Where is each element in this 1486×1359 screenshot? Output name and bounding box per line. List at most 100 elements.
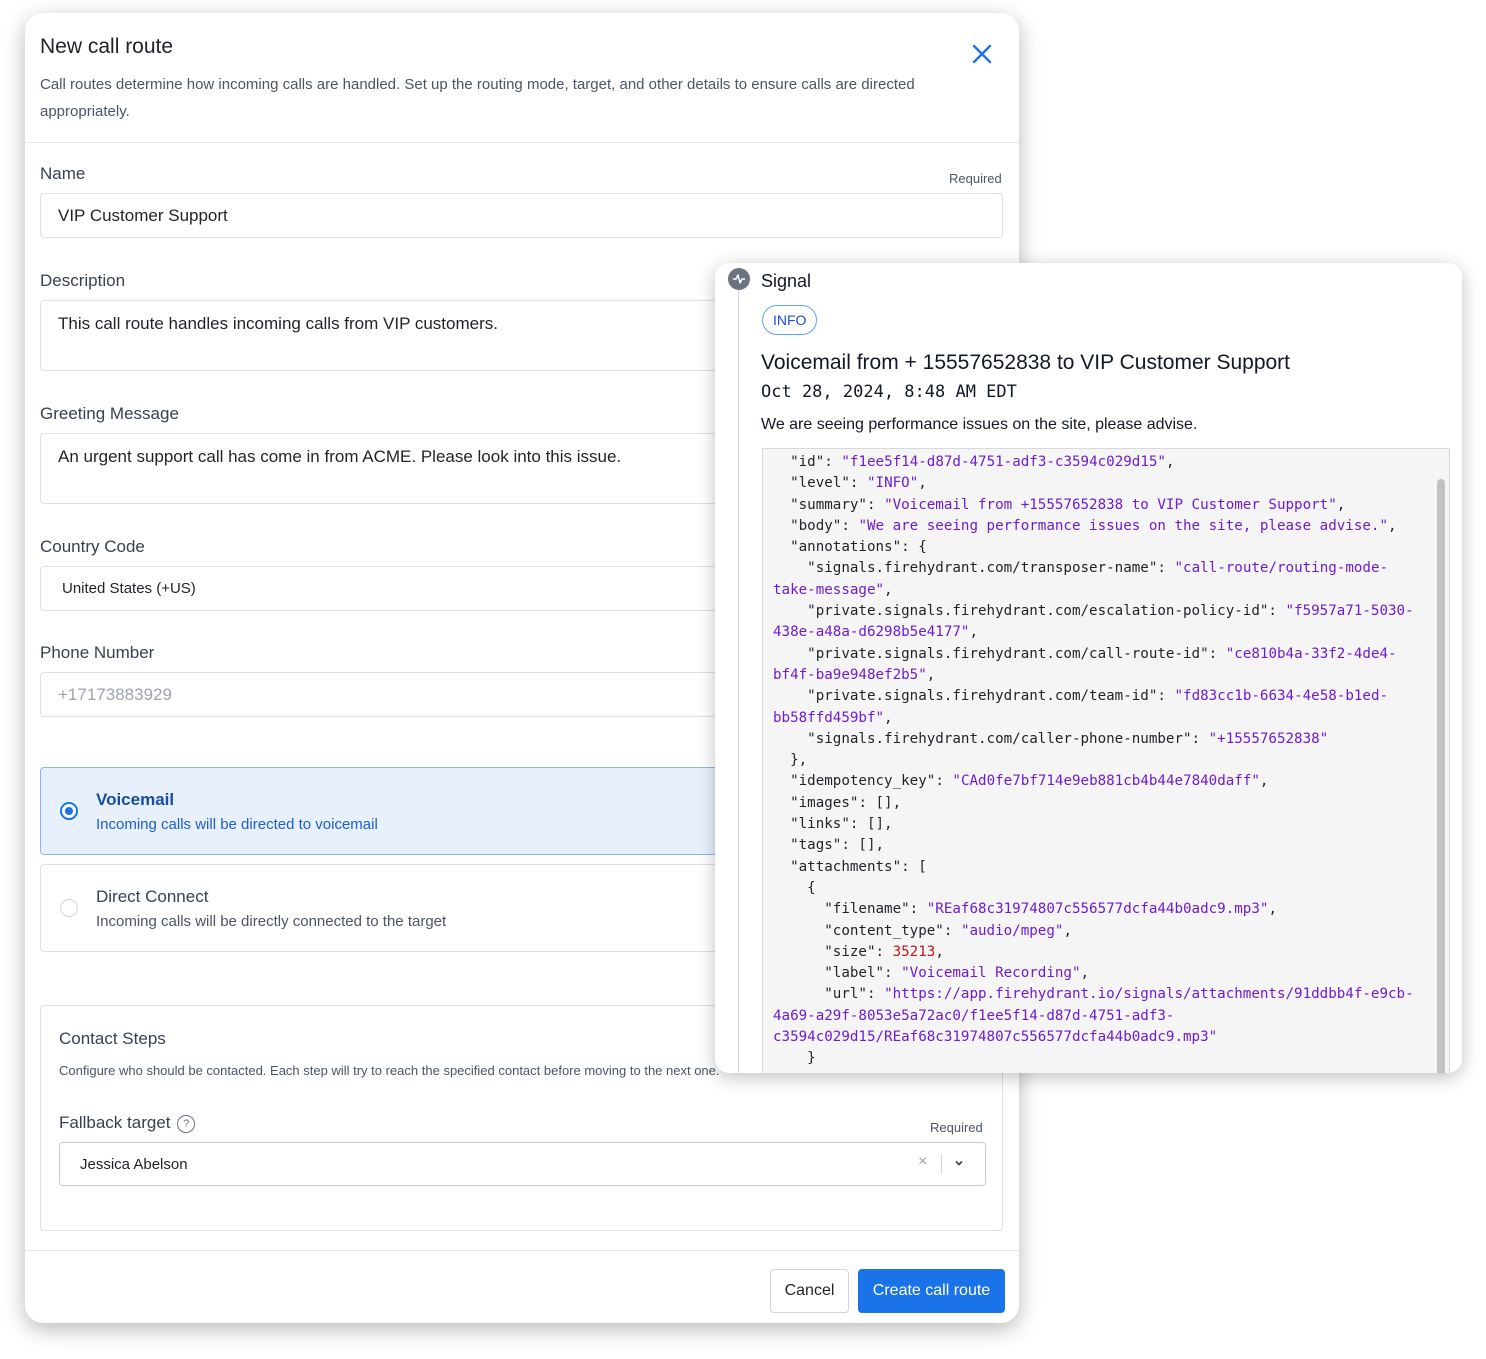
signal-activity-icon	[728, 268, 750, 290]
json-token: "signals.firehydrant.com/caller-phone-nu…	[807, 730, 1192, 747]
json-string: bf4f-ba9e948ef2b5"	[773, 666, 927, 683]
json-line: take-message",	[773, 580, 1414, 601]
json-token: :	[824, 454, 842, 470]
json-string: "REaf68c31974807c556577dcfa44b0adc9.mp3"	[926, 901, 1269, 918]
json-token: :	[875, 943, 893, 960]
json-token: "private.signals.firehydrant.com/call-ro…	[807, 645, 1209, 662]
json-token: :	[1208, 645, 1226, 662]
json-string: "https://app.firehydrant.io/signals/atta…	[884, 986, 1414, 1003]
direct-connect-title: Direct Connect	[96, 887, 209, 906]
json-token: :	[841, 517, 859, 534]
json-line: "images": [],	[773, 793, 1414, 814]
clear-icon[interactable]: ×	[918, 1153, 927, 1171]
country-code-label: Country Code	[40, 537, 145, 556]
json-token: "size"	[824, 943, 876, 960]
json-token: "id"	[790, 454, 825, 470]
json-token: "filename"	[824, 901, 910, 918]
phone-number-label: Phone Number	[40, 643, 155, 662]
name-required: Required	[949, 171, 1002, 186]
json-line: "private.signals.firehydrant.com/call-ro…	[773, 644, 1414, 665]
json-line: "size": 35213,	[773, 942, 1414, 963]
json-token: "summary"	[790, 496, 867, 513]
json-token: "level"	[790, 475, 850, 492]
json-line: }	[773, 1048, 1414, 1069]
json-token: "body"	[790, 517, 842, 534]
json-line: c3594c029d15/REaf68c31974807c556577dcfa4…	[773, 1027, 1414, 1048]
json-line: "level": "INFO",	[773, 473, 1414, 494]
signal-title: Signal	[761, 271, 812, 291]
fallback-target-text: Fallback target	[59, 1113, 171, 1132]
modal-footer: Cancel Create call route	[25, 1250, 1019, 1323]
json-line: {	[773, 878, 1414, 899]
signal-body: We are seeing performance issues on the …	[761, 416, 1198, 433]
description-label: Description	[40, 271, 126, 290]
json-string: "f1ee5f14-d87d-4751-adf3-c3594c029d15"	[841, 454, 1166, 470]
json-line: "idempotency_key": "CAd0fe7bf714e9eb881c…	[773, 771, 1414, 792]
help-icon[interactable]: ?	[177, 1115, 196, 1133]
cancel-button[interactable]: Cancel	[770, 1269, 849, 1313]
signal-timestamp: Oct 28, 2024, 8:48 AM EDT	[761, 382, 1017, 402]
json-string: 438e-a48a-d6298b5e4177"	[773, 624, 970, 641]
voicemail-title: Voicemail	[96, 790, 175, 809]
scrollbar[interactable]	[1437, 479, 1445, 1073]
json-string: "f5957a71-5030-	[1285, 603, 1414, 620]
json-token: :	[935, 773, 953, 790]
json-string: "We are seeing performance issues on the…	[858, 517, 1389, 534]
json-string: "call-route/routing-mode-	[1174, 560, 1389, 577]
json-line: "private.signals.firehydrant.com/escalat…	[773, 601, 1414, 622]
json-token: : [	[901, 858, 927, 875]
fallback-target-select[interactable]: Jessica Abelson ×	[59, 1142, 986, 1186]
json-line: "url": "https://app.firehydrant.io/signa…	[773, 984, 1414, 1005]
json-string: "audio/mpeg"	[960, 922, 1064, 939]
json-token: : {	[901, 539, 927, 556]
json-line: bf4f-ba9e948ef2b5",	[773, 665, 1414, 686]
json-payload-viewer[interactable]: "id": "f1ee5f14-d87d-4751-adf3-c3594c029…	[762, 448, 1450, 1073]
timeline-line	[738, 289, 739, 1073]
json-token: "annotations"	[790, 539, 902, 556]
json-string: "Voicemail from +15557652838 to VIP Cust…	[884, 496, 1337, 513]
create-call-route-button[interactable]: Create call route	[858, 1269, 1005, 1313]
json-line: },	[773, 750, 1414, 771]
json-token: "label"	[824, 965, 885, 982]
close-icon[interactable]	[969, 41, 995, 67]
json-token: {	[773, 879, 816, 896]
json-token: "idempotency_key"	[790, 773, 936, 790]
fallback-target-label: Fallback target ?	[59, 1113, 196, 1133]
json-token: "images"	[790, 794, 859, 811]
radio-unselected-icon[interactable]	[60, 899, 78, 917]
json-token: :	[866, 986, 885, 1003]
json-string: bb58ffd459bf"	[773, 709, 885, 726]
json-line: "filename": "REaf68c31974807c556577dcfa4…	[773, 899, 1414, 920]
radio-selected-icon[interactable]	[60, 802, 78, 820]
json-token: :	[1268, 603, 1286, 620]
json-line: "private.signals.firehydrant.com/team-id…	[773, 686, 1414, 707]
json-line: "content_type": "audio/mpeg",	[773, 921, 1414, 942]
json-string: "ce810b4a-33f2-4de4-	[1225, 645, 1397, 662]
name-input[interactable]: VIP Customer Support	[40, 193, 1003, 238]
name-label: Name	[40, 164, 86, 183]
json-line: "body": "We are seeing performance issue…	[773, 516, 1414, 537]
chevron-down-icon[interactable]	[953, 1156, 965, 1174]
json-token: ,	[1165, 454, 1175, 470]
json-token: ,	[1268, 901, 1277, 918]
json-line: "annotations": {	[773, 537, 1414, 558]
json-token: :	[849, 475, 867, 492]
json-string: c3594c029d15/REaf68c31974807c556577dcfa4…	[773, 1029, 1218, 1046]
json-line: "links": [],	[773, 814, 1414, 835]
json-token: ,	[935, 943, 944, 960]
json-line: "signals.firehydrant.com/caller-phone-nu…	[773, 729, 1414, 750]
contact-steps-title: Contact Steps	[59, 1029, 166, 1048]
json-string: take-message"	[773, 581, 885, 598]
json-token: ,	[884, 581, 893, 598]
